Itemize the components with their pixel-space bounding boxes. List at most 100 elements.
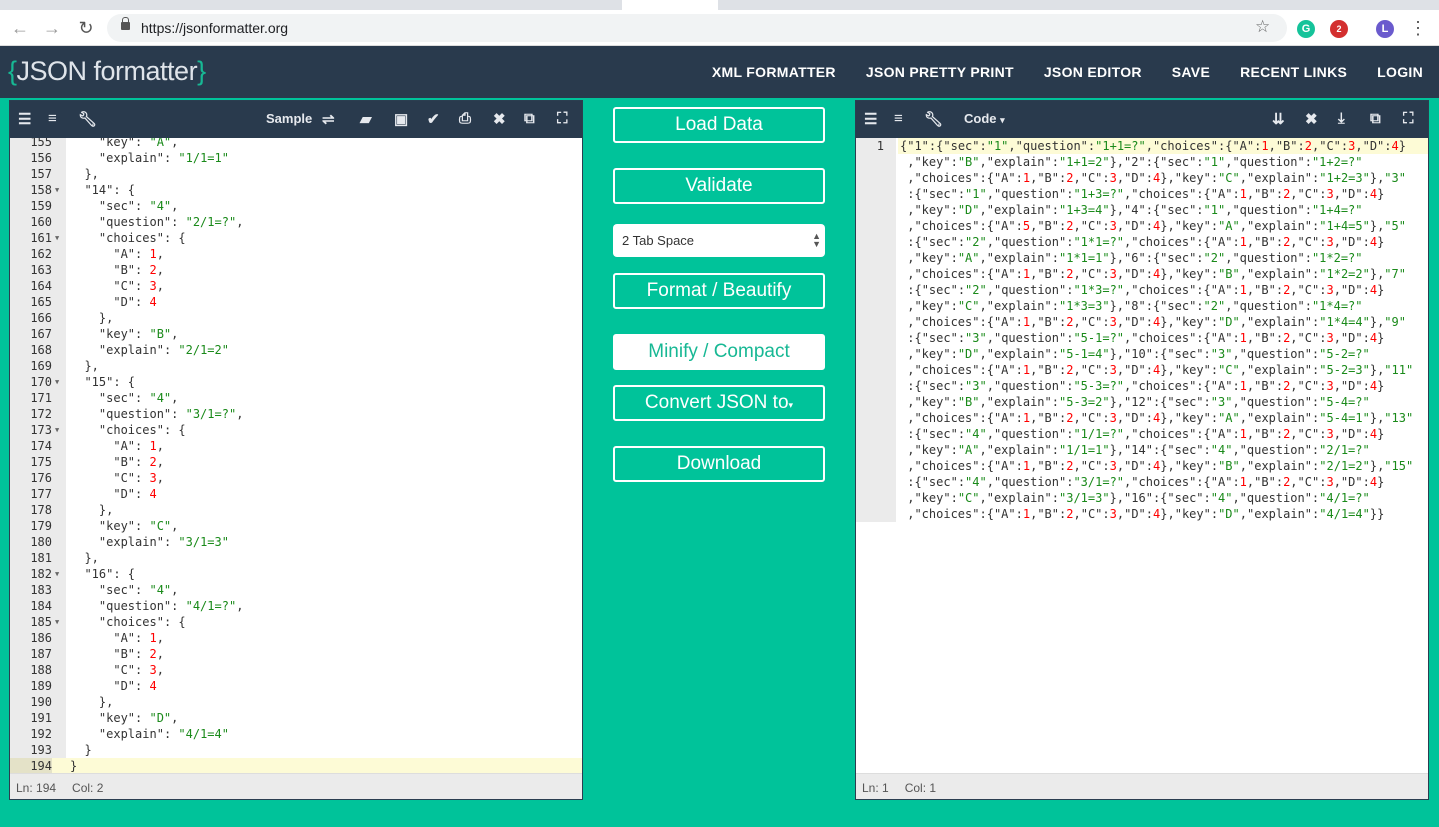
indent-icon[interactable]: ☰ — [864, 110, 877, 128]
nav-json-editor[interactable]: JSON EDITOR — [1044, 64, 1142, 80]
line-number: 166 — [30, 311, 52, 325]
logo[interactable]: {JSON formatter} — [8, 56, 206, 87]
input-code-area[interactable]: 155 "key": "A", 156 "explain": "1/1=1" 157… — [10, 138, 582, 773]
bookmark-star-icon[interactable]: ☆ — [1255, 17, 1270, 37]
site-navbar: {JSON formatter} XML FORMATTER JSON PRET… — [0, 46, 1439, 98]
validate-button[interactable]: Validate — [613, 168, 825, 204]
clear-icon[interactable]: ✖ — [1305, 110, 1318, 128]
extension-icon[interactable]: 2 — [1330, 20, 1348, 38]
output-code-area[interactable]: 1 {"1":{"sec":"1","question":"1+1=?","cho… — [856, 138, 1428, 773]
code-text: "sec": "4", — [98, 391, 179, 405]
open-folder-icon[interactable]: ▰ — [360, 110, 372, 128]
code-text: ,"choices":{"A":1,"B":2,"C":3,"D":4},"ke… — [900, 171, 1406, 185]
code-line: :{"sec":"4","question":"3/1=?","choices"… — [898, 474, 1428, 490]
code-text: ,"choices":{"A":1,"B":2,"C":3,"D":4},"ke… — [900, 267, 1406, 281]
code-line: ,"key":"C","explain":"1*3=3"},"8":{"sec"… — [898, 298, 1428, 314]
code-text: :{"sec":"2","question":"1*3=?","choices"… — [900, 283, 1385, 297]
copy-icon[interactable]: ⧉ — [524, 110, 535, 127]
minify-compact-button[interactable]: Minify / Compact — [613, 334, 825, 370]
logo-brace: { — [8, 56, 17, 86]
load-data-button[interactable]: Load Data — [613, 107, 825, 143]
code-line: ,"key":"B","explain":"1+1=2"},"2":{"sec"… — [898, 154, 1428, 170]
code-text: "D": 4 — [113, 679, 157, 693]
line-number: 172 — [30, 407, 52, 421]
code-text: "D": 4 — [113, 295, 157, 309]
fold-arrow-icon[interactable]: ▼ — [55, 566, 59, 582]
code-text: :{"sec":"4","question":"3/1=?","choices"… — [900, 475, 1385, 489]
indent-icon[interactable]: ☰ — [18, 110, 31, 128]
code-line: ,"key":"D","explain":"1+3=4"},"4":{"sec"… — [898, 202, 1428, 218]
code-text: }, — [70, 503, 114, 517]
url-bar[interactable]: https://jsonformatter.org — [107, 14, 1287, 42]
wrench-icon[interactable]: 🔧︎ — [924, 110, 943, 128]
code-line: 179 "key": "C", — [10, 518, 582, 534]
code-text: ,"choices":{"A":5,"B":2,"C":3,"D":4},"ke… — [900, 219, 1406, 233]
nav-recent-links[interactable]: RECENT LINKS — [1240, 64, 1347, 80]
sample-button[interactable]: Sample — [266, 111, 312, 126]
wrench-icon[interactable]: 🔧︎ — [78, 110, 97, 128]
fold-arrow-icon[interactable]: ▼ — [55, 422, 59, 438]
fold-arrow-icon[interactable]: ▼ — [55, 182, 59, 198]
menu-dots-icon[interactable]: ⋮ — [1408, 18, 1428, 39]
validate-check-icon[interactable]: ✔ — [427, 110, 440, 128]
profile-avatar[interactable]: L — [1376, 20, 1394, 38]
code-line: 184 "question": "4/1=?", — [10, 598, 582, 614]
code-line: 180 "explain": "3/1=3" — [10, 534, 582, 550]
nav-json-pretty-print[interactable]: JSON PRETTY PRINT — [866, 64, 1014, 80]
format-beautify-button[interactable]: Format / Beautify — [613, 273, 825, 309]
code-line: :{"sec":"2","question":"1*1=?","choices"… — [898, 234, 1428, 250]
code-line: ,"choices":{"A":1,"B":2,"C":3,"D":4},"ke… — [898, 506, 1428, 522]
code-text: "A": 1, — [113, 439, 164, 453]
nav-save[interactable]: SAVE — [1172, 64, 1210, 80]
code-text: "question": "4/1=?", — [98, 599, 244, 613]
grammarly-icon[interactable]: G — [1297, 20, 1315, 38]
save-icon[interactable]: ▣ — [394, 110, 408, 128]
nav-login[interactable]: LOGIN — [1377, 64, 1423, 80]
caret-down-icon: ▾ — [1000, 115, 1005, 125]
line-number: 168 — [30, 343, 52, 357]
cursor-line: Ln: 194 — [16, 781, 57, 795]
code-text: ,"key":"B","explain":"1+1=2"},"2":{"sec"… — [900, 155, 1363, 169]
convert-json-dropdown[interactable]: Convert JSON to▾ — [613, 385, 825, 421]
fold-arrow-icon[interactable]: ▼ — [55, 374, 59, 390]
line-gutter — [856, 138, 896, 522]
clear-icon[interactable]: ✖ — [493, 110, 506, 128]
reload-icon[interactable]: ↻ — [76, 18, 96, 39]
line-number: 173 — [30, 423, 52, 437]
active-tab[interactable] — [622, 0, 718, 10]
print-icon[interactable]: ⎙ — [459, 110, 471, 127]
code-text: "C": 3, — [113, 663, 164, 677]
code-line: 177 "D": 4 — [10, 486, 582, 502]
fold-arrow-icon[interactable]: ▼ — [55, 614, 59, 630]
line-number: 156 — [30, 151, 52, 165]
code-text: :{"sec":"2","question":"1*1=?","choices"… — [900, 235, 1385, 249]
code-text: "question": "2/1=?", — [98, 215, 244, 229]
code-text: "C": 3, — [113, 471, 164, 485]
copy-icon[interactable]: ⧉ — [1370, 110, 1381, 127]
code-line: ,"choices":{"A":1,"B":2,"C":3,"D":4},"ke… — [898, 170, 1428, 186]
download-icon[interactable]: ⤓ — [1338, 110, 1345, 127]
fullscreen-icon[interactable]: ⛶ — [557, 110, 568, 127]
back-icon[interactable]: ← — [10, 18, 30, 39]
browser-tab-strip[interactable] — [0, 0, 1439, 10]
code-line: 181 }, — [10, 550, 582, 566]
line-number: 182 — [30, 567, 52, 581]
fullscreen-icon[interactable]: ⛶ — [1403, 110, 1414, 127]
mode-dropdown[interactable]: Code ▾ — [964, 111, 1005, 126]
collapse-all-icon[interactable]: ⇊ — [1272, 110, 1285, 128]
code-line: 190 }, — [10, 694, 582, 710]
compact-icon[interactable]: ≡ — [894, 110, 903, 127]
code-line: ,"key":"D","explain":"5-1=4"},"10":{"sec… — [898, 346, 1428, 362]
tab-space-select[interactable]: 2 Tab Space ▲ ▼ — [613, 224, 825, 257]
usb-icon[interactable]: ⇌ — [322, 110, 335, 128]
fold-arrow-icon[interactable]: ▼ — [55, 230, 59, 246]
code-line: ,"key":"A","explain":"1/1=1"},"14":{"sec… — [898, 442, 1428, 458]
download-button[interactable]: Download — [613, 446, 825, 482]
code-line: 187 "B": 2, — [10, 646, 582, 662]
compact-icon[interactable]: ≡ — [48, 110, 57, 127]
code-text: ,"choices":{"A":1,"B":2,"C":3,"D":4},"ke… — [900, 459, 1414, 473]
code-text: "explain": "1/1=1" — [98, 151, 229, 165]
code-line: ,"choices":{"A":1,"B":2,"C":3,"D":4},"ke… — [898, 266, 1428, 282]
nav-xml-formatter[interactable]: XML FORMATTER — [712, 64, 836, 80]
forward-icon[interactable]: → — [42, 18, 62, 39]
